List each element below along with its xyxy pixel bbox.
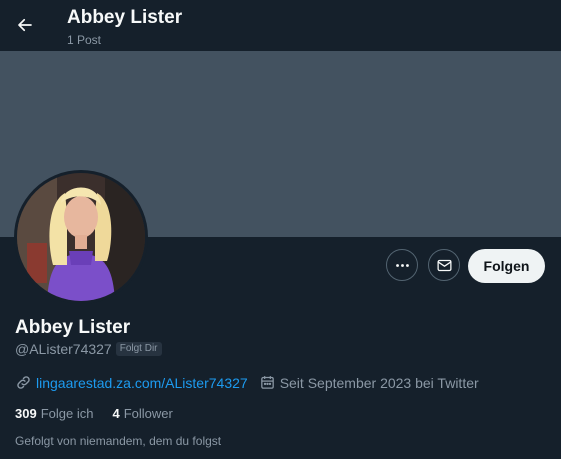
avatar[interactable] — [14, 170, 148, 304]
profile-display-name: Abbey Lister — [15, 317, 131, 338]
joined-date: Seit September 2023 bei Twitter — [259, 374, 479, 391]
more-options-button[interactable] — [386, 249, 418, 281]
follows-you-badge: Folgt Dir — [115, 342, 162, 356]
followers-label: Follower — [123, 406, 173, 421]
followed-by-text: Gefolgt von niemandem, dem du folgst — [15, 434, 222, 448]
top-bar: Abbey Lister 1 Post — [0, 0, 561, 51]
envelope-icon — [436, 259, 452, 271]
following-link[interactable]: 309 Folge ich — [15, 406, 93, 421]
more-horizontal-icon — [395, 263, 409, 267]
message-button[interactable] — [428, 249, 460, 281]
followers-count: 4 — [112, 406, 120, 421]
back-button[interactable] — [8, 8, 42, 42]
profile-handle: @ALister74327 — [15, 341, 112, 357]
profile-website-link[interactable]: lingaarestad.za.com/ALister74327 — [36, 375, 248, 391]
follow-stats: 309 Folge ich 4 Follower — [15, 406, 173, 421]
following-label: Folge ich — [40, 406, 94, 421]
follow-button[interactable]: Folgen — [468, 249, 545, 283]
handle-row: @ALister74327 Folgt Dir — [15, 341, 162, 357]
link-icon — [17, 376, 30, 389]
arrow-left-icon — [18, 18, 32, 32]
header-post-count: 1 Post — [67, 33, 102, 47]
avatar-image — [17, 173, 145, 301]
joined-date-text: Seit September 2023 bei Twitter — [279, 374, 479, 391]
calendar-icon — [260, 376, 274, 389]
following-count: 309 — [15, 406, 37, 421]
header-name: Abbey Lister — [67, 7, 183, 28]
profile-meta-row: lingaarestad.za.com/ALister74327 Seit Se… — [15, 374, 479, 391]
followers-link[interactable]: 4 Follower — [112, 406, 172, 421]
